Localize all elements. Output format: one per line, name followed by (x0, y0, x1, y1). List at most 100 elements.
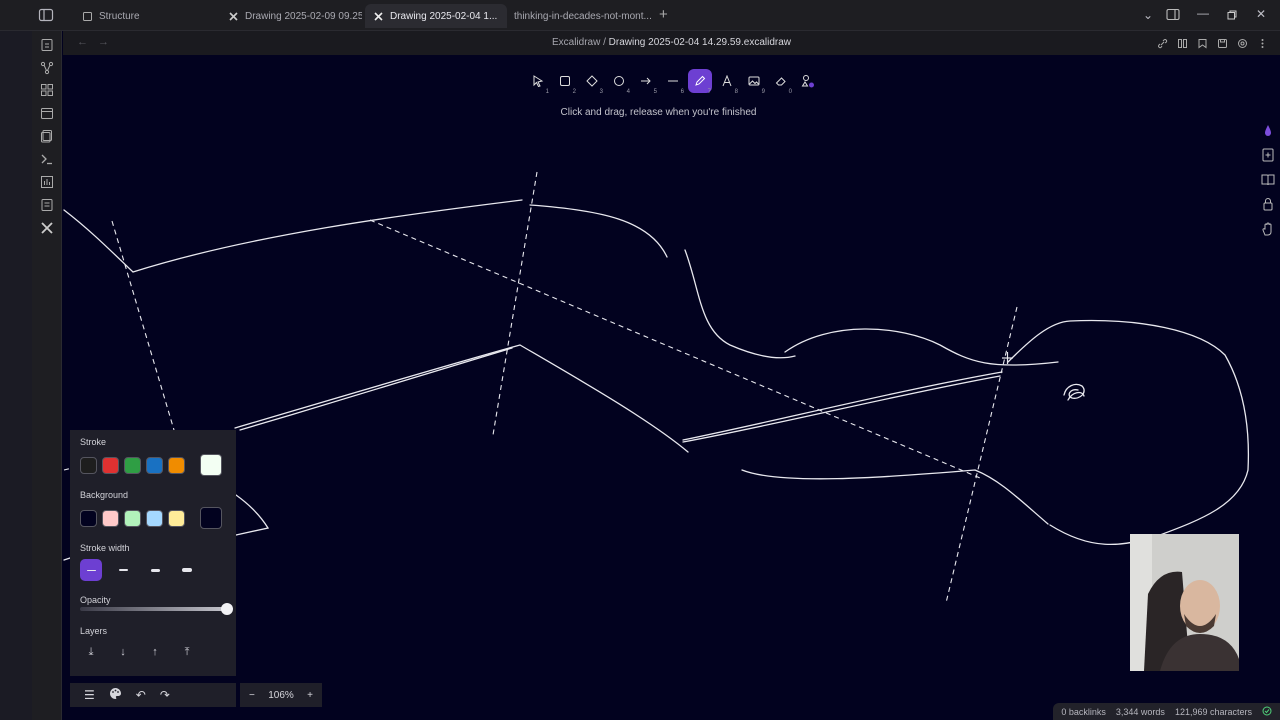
palette-icon[interactable] (109, 687, 122, 703)
selection-tool[interactable]: 1 (526, 69, 550, 95)
chart-icon[interactable] (40, 175, 54, 189)
breadcrumb-file[interactable]: Drawing 2025-02-04 14.29.59.excalidraw (609, 37, 791, 48)
menu-icon[interactable]: ☰ (84, 688, 95, 702)
background-swatch-pink[interactable] (102, 510, 119, 527)
zoom-out-button[interactable]: − (249, 690, 255, 701)
stroke-current-color[interactable] (200, 454, 222, 476)
bookmark-icon[interactable] (1197, 36, 1208, 49)
reading-view-icon[interactable] (1177, 36, 1188, 48)
pointer-icon (533, 75, 544, 87)
pencil-icon (695, 75, 706, 86)
opacity-slider-knob[interactable] (221, 603, 233, 615)
layer-actions: ⤓ ↓ ↑ ⤒ (84, 646, 194, 659)
graph-view-icon[interactable] (40, 61, 54, 75)
zoom-level[interactable]: 106% (268, 690, 294, 701)
sidebar-toggle-icon[interactable] (38, 7, 54, 23)
excalidraw-icon[interactable] (40, 221, 54, 235)
tab-structure[interactable]: Structure (74, 4, 222, 28)
sketch-strokes (63, 171, 1250, 604)
draw-tool[interactable]: 7 (688, 69, 712, 95)
ellipse-tool[interactable]: 4 (607, 69, 631, 95)
stroke-swatch-black[interactable] (80, 457, 97, 474)
opacity-slider[interactable] (80, 603, 233, 615)
stroke-swatch-green[interactable] (124, 457, 141, 474)
settings-icon[interactable] (1237, 36, 1248, 48)
notes-icon[interactable] (40, 198, 54, 212)
title-bar: Structure Drawing 2025-02-09 09.25.... D… (0, 0, 1280, 31)
tab-label: Drawing 2025-02-04 1... (390, 10, 498, 22)
stroke-blob (1007, 319, 1250, 546)
tool-key: 4 (626, 89, 630, 95)
line-tool[interactable]: 6 (661, 69, 685, 95)
send-backward-icon[interactable]: ↓ (116, 646, 130, 659)
diamond-tool[interactable]: 3 (580, 69, 604, 95)
arrow-icon (641, 77, 651, 85)
tool-key: 8 (734, 89, 738, 95)
tab-label: Drawing 2025-02-09 09.25.... (245, 10, 362, 22)
stroke-width-extra-bold[interactable] (144, 559, 166, 581)
hand-icon[interactable] (1260, 222, 1276, 236)
bring-to-front-icon[interactable]: ⤒ (180, 646, 194, 659)
save-icon[interactable] (1217, 36, 1228, 48)
canvas-footer-actions: ☰ ↶ ↷ (70, 683, 236, 707)
lock-icon[interactable] (1260, 197, 1276, 211)
tab-drawing-0204[interactable]: Drawing 2025-02-04 1... ✕ (365, 4, 507, 28)
zoom-in-button[interactable]: + (307, 690, 313, 701)
backlinks-count[interactable]: 0 backlinks (1061, 707, 1106, 717)
templates-icon[interactable] (40, 129, 54, 143)
stroke-swatch-orange[interactable] (168, 457, 185, 474)
layers-label: Layers (80, 626, 108, 636)
background-swatch-green[interactable] (124, 510, 141, 527)
stroke-width-label: Stroke width (80, 543, 130, 553)
breadcrumb-parent[interactable]: Excalidraw (552, 37, 600, 48)
tab-drawing-0209[interactable]: Drawing 2025-02-09 09.25.... (220, 4, 362, 28)
eraser-tool[interactable]: 0 (769, 69, 793, 95)
background-swatch-blue[interactable] (146, 510, 163, 527)
accent-drop-icon[interactable] (1260, 124, 1276, 138)
background-current-color[interactable] (200, 507, 222, 529)
tab-thinking-in-decades[interactable]: thinking-in-decades-not-mont... (506, 4, 656, 28)
command-palette-icon[interactable] (40, 152, 54, 166)
background-swatch-yellow[interactable] (168, 510, 185, 527)
open-quick-switcher-icon[interactable] (40, 38, 54, 52)
excalidraw-canvas[interactable] (63, 55, 1280, 720)
stroke-wave (784, 328, 1059, 366)
text-tool[interactable]: 8 (715, 69, 739, 95)
status-bar: 0 backlinks 3,344 words 121,969 characte… (1053, 703, 1280, 720)
stroke-swatches (80, 454, 222, 476)
zoom-control: − 106% + (240, 683, 322, 707)
book-icon[interactable] (1260, 173, 1276, 187)
arrow-tool[interactable]: 5 (634, 69, 658, 95)
shapes-tool[interactable] (796, 69, 820, 93)
sync-status-icon[interactable] (1262, 706, 1272, 718)
chevron-down-icon[interactable]: ⌄ (1143, 8, 1153, 22)
background-swatch-transparent[interactable] (80, 510, 97, 527)
redo-icon[interactable]: ↷ (160, 688, 170, 702)
right-sidebar-toggle-icon[interactable] (1166, 8, 1180, 21)
link-icon[interactable] (1157, 36, 1168, 49)
word-count: 3,344 words (1115, 706, 1165, 717)
add-file-icon[interactable] (1260, 148, 1276, 162)
breadcrumb-separator: / (603, 37, 606, 48)
undo-icon[interactable]: ↶ (136, 688, 146, 702)
stroke-swatch-blue[interactable] (146, 457, 163, 474)
new-tab-icon[interactable]: + (659, 6, 668, 23)
bring-forward-icon[interactable]: ↑ (148, 646, 162, 659)
close-window-icon[interactable]: ✕ (1256, 7, 1266, 21)
stroke-width-thin[interactable] (80, 559, 102, 581)
more-options-icon[interactable] (1257, 36, 1268, 48)
dash-long-diagonal (369, 219, 981, 479)
image-tool[interactable]: 9 (742, 69, 766, 95)
rectangle-tool[interactable]: 2 (553, 69, 577, 95)
canvas-icon[interactable] (40, 83, 54, 97)
restore-icon[interactable] (1227, 10, 1237, 20)
breadcrumb: Excalidraw / Drawing 2025-02-04 14.29.59… (63, 37, 1280, 48)
minimize-icon[interactable]: — (1197, 6, 1209, 20)
stroke-swatch-red[interactable] (102, 457, 119, 474)
tool-key: 0 (788, 89, 792, 95)
view-actions (1157, 36, 1268, 49)
ellipse-icon (614, 76, 624, 86)
stroke-width-bold[interactable] (112, 559, 134, 581)
stroke-width-heavy[interactable] (176, 559, 198, 581)
send-to-back-icon[interactable]: ⤓ (84, 646, 98, 659)
